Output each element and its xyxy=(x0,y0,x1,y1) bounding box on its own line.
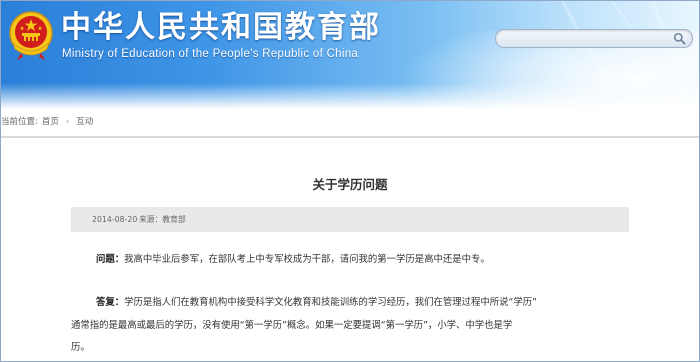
question-label: 问题： xyxy=(96,254,125,265)
answer-label: 答复： xyxy=(96,297,125,308)
answer-text-line2: 通常指的是最高或最后的学历，没有使用“第一学历”概念。如果一定要提调“第一学历”… xyxy=(71,320,513,331)
article-title: 关于学历问题 xyxy=(312,177,388,192)
answer-continuation: 通常指的是最高或最后的学历，没有使用“第一学历”概念。如果一定要提调“第一学历”… xyxy=(71,315,636,359)
breadcrumb: 当前位置: 首页 › 互动 xyxy=(1,109,699,136)
chevron-right-icon: › xyxy=(65,117,70,127)
answer-paragraph: 答复：学历是指人们在教育机构中接受科学文化教育和技能训练的学习经历，我们在管理过… xyxy=(96,291,636,315)
answer-text-line1: 学历是指人们在教育机构中接受科学文化教育和技能训练的学习经历，我们在管理过程中所… xyxy=(124,297,537,308)
article-meta-bar: 2014-08-20 来源：教育部 xyxy=(71,207,629,232)
site-header: 中华人民共和国教育部 Ministry of Education of the … xyxy=(1,1,699,109)
site-subtitle: Ministry of Education of the People's Re… xyxy=(62,48,359,60)
search-box[interactable] xyxy=(495,29,693,48)
article-date: 2014-08-20 xyxy=(92,215,138,224)
site-title[interactable]: 中华人民共和国教育部 xyxy=(61,11,381,45)
search-icon[interactable] xyxy=(673,32,686,45)
search-input[interactable] xyxy=(504,31,664,45)
answer-text-line3: 历。 xyxy=(71,342,90,353)
breadcrumb-label: 当前位置: xyxy=(1,117,38,127)
question-paragraph: 问题：我高中毕业后参军，在部队考上中专军校成为干部，请问我的第一学历是高中还是中… xyxy=(96,248,636,272)
header-fade xyxy=(1,83,699,109)
question-text: 我高中毕业后参军，在部队考上中专军校成为干部，请问我的第一学历是高中还是中专。 xyxy=(124,254,490,265)
breadcrumb-interaction-link[interactable]: 互动 xyxy=(76,109,93,136)
page-frame: 中华人民共和国教育部 Ministry of Education of the … xyxy=(0,0,700,362)
breadcrumb-home-link[interactable]: 首页 xyxy=(42,109,59,136)
article-source: 来源：教育部 xyxy=(139,215,186,224)
divider xyxy=(1,136,699,138)
national-emblem-icon[interactable] xyxy=(7,9,55,61)
